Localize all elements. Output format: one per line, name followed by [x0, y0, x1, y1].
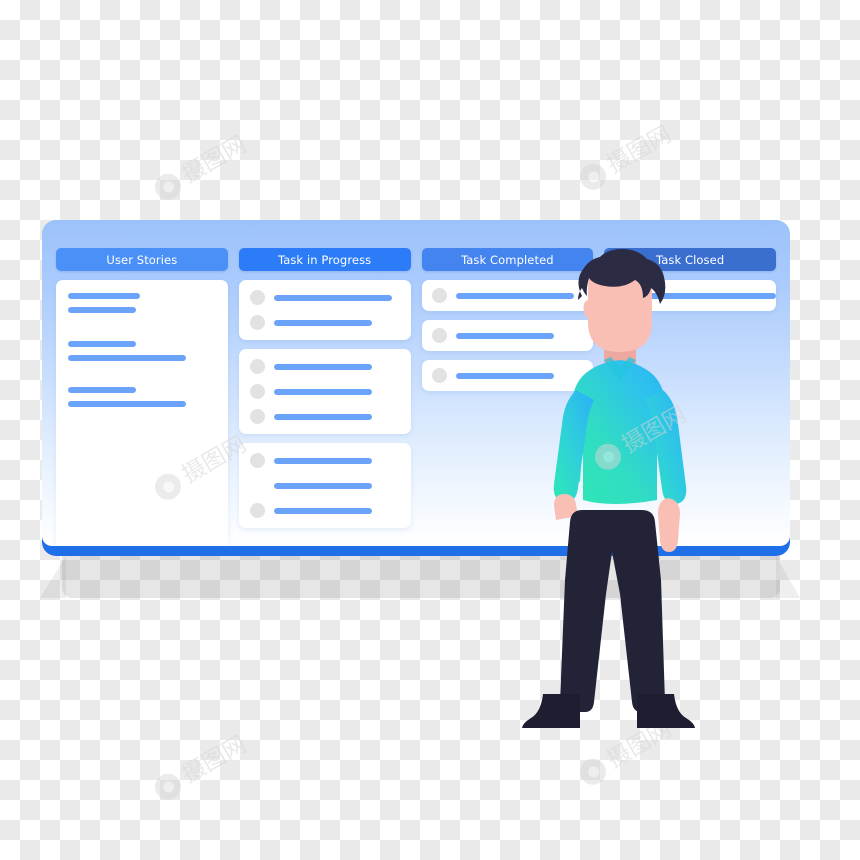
- text-placeholder-bar: [273, 363, 372, 370]
- text-placeholder-bar: [273, 507, 372, 514]
- avatar: [431, 368, 447, 383]
- watermark-logo-icon: [575, 158, 611, 195]
- avatar: [249, 453, 265, 468]
- person-illustration: [520, 248, 720, 728]
- task-card[interactable]: [56, 280, 228, 546]
- watermark-logo-icon: [575, 753, 611, 790]
- watermark: 摄图网: [150, 731, 251, 805]
- text-placeholder-bar: [273, 388, 372, 395]
- text-placeholder-bar: [273, 413, 372, 420]
- illustration-canvas: 摄图网 摄图网 摄图网 摄图网 User Stories Task in Progres…: [0, 0, 860, 860]
- avatar: [431, 328, 447, 343]
- avatar: [249, 359, 265, 374]
- board-column-user-stories: User Stories: [56, 248, 228, 546]
- text-placeholder-bar: [68, 387, 136, 393]
- watermark-logo-icon: [150, 768, 186, 805]
- task-row[interactable]: [249, 359, 400, 374]
- text-placeholder-bar: [68, 307, 136, 313]
- task-row[interactable]: [249, 290, 400, 305]
- card-text-group: [68, 293, 216, 313]
- task-card[interactable]: [238, 443, 411, 528]
- avatar: [249, 384, 265, 399]
- avatar: [249, 315, 265, 330]
- task-row[interactable]: [249, 315, 400, 330]
- board-column-task-in-progress: Task in Progress: [238, 248, 411, 546]
- watermark-text: 摄图网: [177, 131, 251, 189]
- text-placeholder-bar: [68, 341, 136, 347]
- avatar: [249, 409, 265, 424]
- watermark-logo-icon: [150, 168, 186, 205]
- watermark-text: 摄图网: [177, 731, 251, 789]
- text-placeholder-bar: [273, 294, 392, 301]
- text-placeholder-bar: [68, 355, 186, 361]
- column-header-user-stories[interactable]: User Stories: [56, 248, 228, 271]
- avatar: [431, 288, 447, 303]
- text-placeholder-bar: [273, 457, 372, 464]
- text-placeholder-bar: [273, 482, 372, 489]
- text-placeholder-bar: [68, 293, 140, 299]
- watermark: 摄图网: [575, 121, 676, 195]
- card-text-group: [68, 341, 216, 361]
- task-row[interactable]: [249, 384, 400, 399]
- task-row[interactable]: [250, 478, 400, 493]
- text-placeholder-bar: [273, 319, 372, 326]
- watermark-text: 摄图网: [602, 121, 676, 179]
- column-header-task-in-progress[interactable]: Task in Progress: [238, 248, 411, 271]
- avatar: [249, 290, 265, 305]
- text-placeholder-bar: [68, 401, 186, 407]
- task-row[interactable]: [249, 409, 400, 424]
- task-card[interactable]: [238, 349, 411, 434]
- avatar: [249, 503, 265, 518]
- card-text-group: [68, 387, 216, 407]
- task-row[interactable]: [249, 503, 400, 518]
- task-row[interactable]: [249, 453, 400, 468]
- watermark: 摄图网: [150, 131, 251, 205]
- task-card[interactable]: [238, 280, 411, 340]
